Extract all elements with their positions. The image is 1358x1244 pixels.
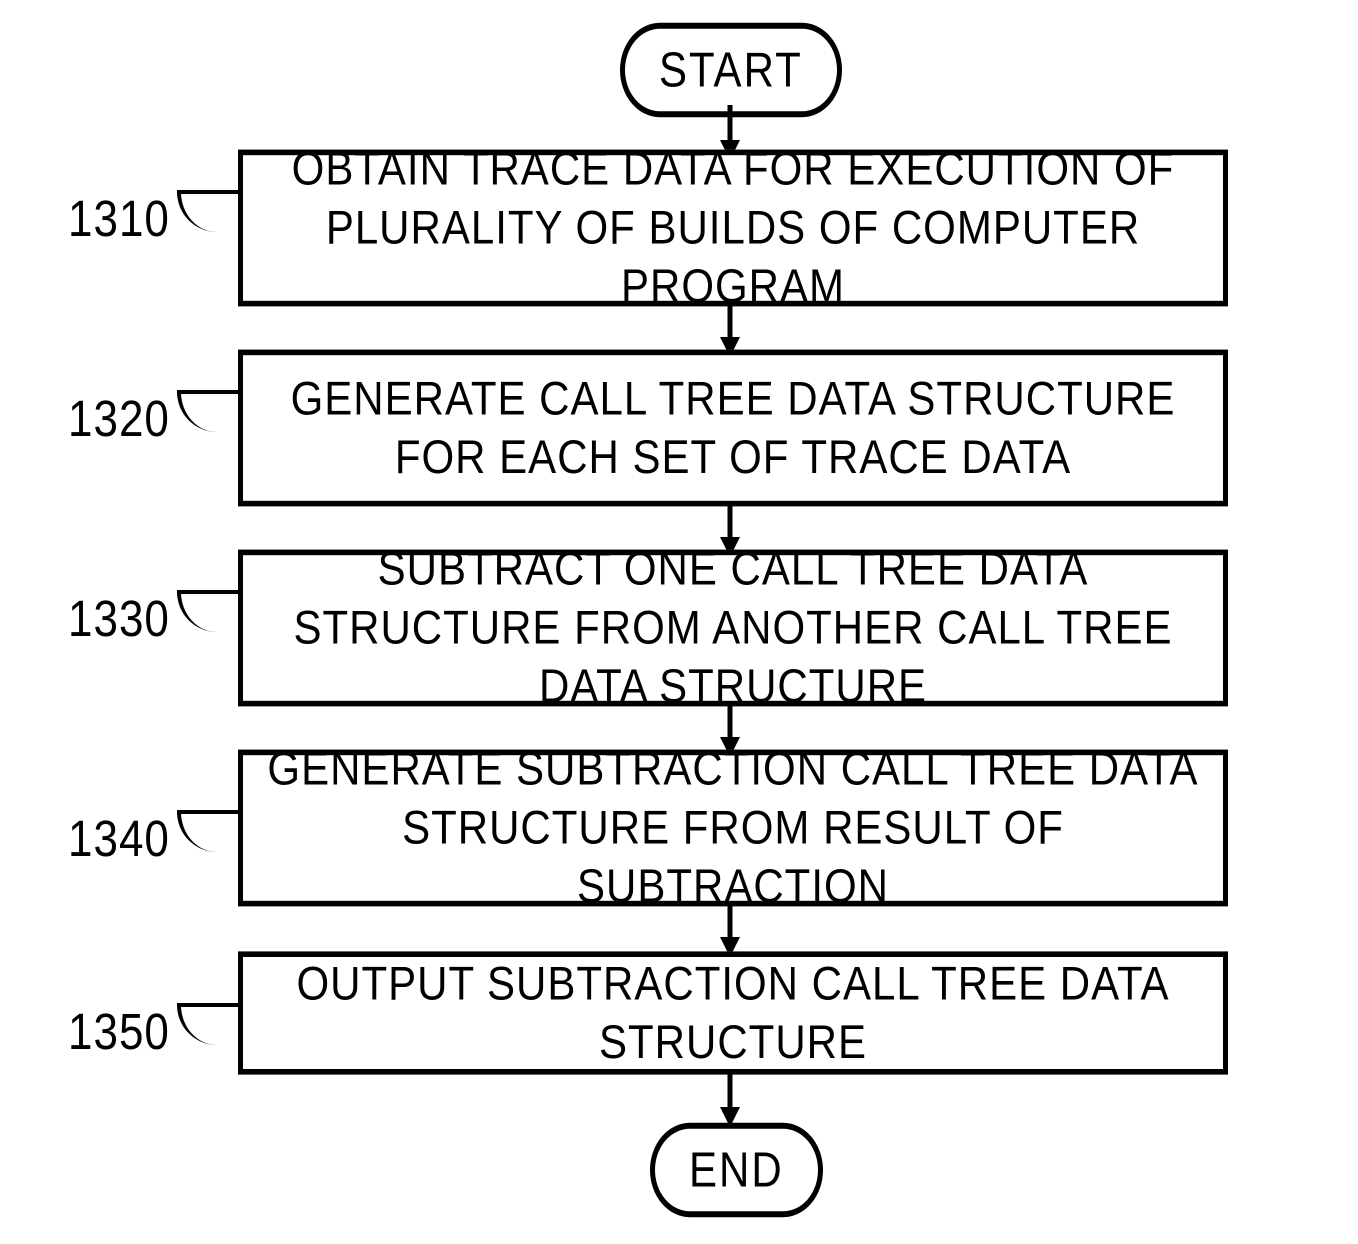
process-1340-text: GENERATE SUBTRACTION CALL TREE DATA STRU… bbox=[263, 740, 1203, 916]
end-text: END bbox=[689, 1142, 784, 1197]
process-1340: GENERATE SUBTRACTION CALL TREE DATA STRU… bbox=[238, 750, 1228, 907]
process-1320: GENERATE CALL TREE DATA STRUCTURE FOR EA… bbox=[238, 350, 1228, 507]
leader-1340 bbox=[177, 810, 241, 852]
process-1320-text: GENERATE CALL TREE DATA STRUCTURE FOR EA… bbox=[263, 369, 1203, 487]
start-text: START bbox=[659, 42, 803, 97]
label-1330: 1330 bbox=[68, 591, 170, 649]
process-1310: OBTAIN TRACE DATA FOR EXECUTION OF PLURA… bbox=[238, 150, 1228, 307]
process-1330-text: SUBTRACT ONE CALL TREE DATA STRUCTURE FR… bbox=[263, 540, 1203, 716]
leader-1350 bbox=[177, 1003, 241, 1045]
process-1330: SUBTRACT ONE CALL TREE DATA STRUCTURE FR… bbox=[238, 550, 1228, 707]
end-terminator: END bbox=[650, 1123, 823, 1217]
leader-1330 bbox=[177, 590, 241, 632]
label-1310: 1310 bbox=[68, 191, 170, 249]
start-terminator: START bbox=[620, 23, 842, 117]
process-1350-text: OUTPUT SUBTRACTION CALL TREE DATA STRUCT… bbox=[263, 954, 1203, 1072]
label-1350: 1350 bbox=[68, 1004, 170, 1062]
leader-1320 bbox=[177, 390, 241, 432]
label-1320: 1320 bbox=[68, 391, 170, 449]
process-1350: OUTPUT SUBTRACTION CALL TREE DATA STRUCT… bbox=[238, 951, 1228, 1074]
process-1310-text: OBTAIN TRACE DATA FOR EXECUTION OF PLURA… bbox=[263, 140, 1203, 316]
label-1340: 1340 bbox=[68, 811, 170, 869]
leader-1310 bbox=[177, 190, 241, 232]
